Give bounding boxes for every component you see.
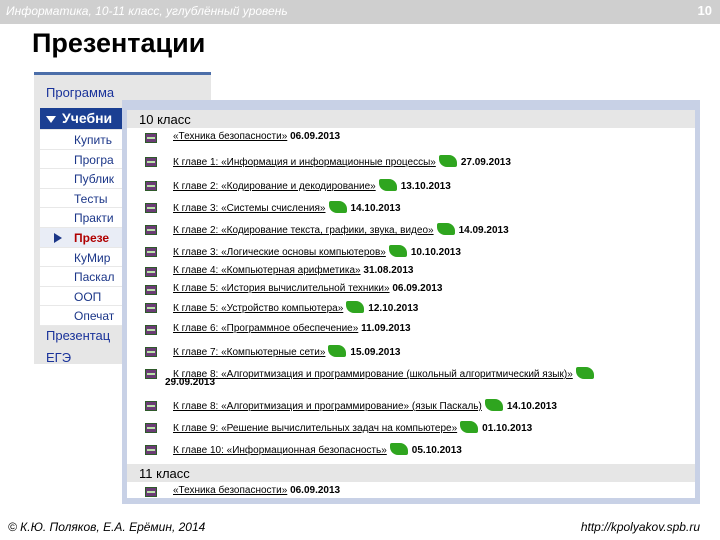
slide-header: Информатика, 10-11 класс, углублённый ур… [0,0,720,24]
presentation-link[interactable]: К главе 2: «Кодирование текста, графики,… [173,225,434,236]
green-flag-icon [378,179,397,191]
book-icon [145,325,157,335]
presentation-link[interactable]: К главе 9: «Решение вычислительных задач… [173,423,457,434]
presentation-date: 10.10.2013 [410,247,461,258]
presentation-link[interactable]: «Техника безопасности» [173,485,287,496]
book-icon [145,157,157,167]
presentation-link[interactable]: К главе 7: «Компьютерные сети» [173,347,325,358]
presentation-row: «Техника безопасности» 06.09.2013 [127,130,695,150]
sidebar-subitem-label: Паскал [74,270,115,285]
presentation-date: 13.10.2013 [400,181,451,192]
book-icon [145,203,157,213]
page-title: Презентации [32,28,206,58]
green-flag-icon [436,223,455,235]
presentation-row: К главе 8: «Алгоритмизация и программиро… [127,366,695,388]
presentation-row: К главе 3: «Системы счисления» 14.10.2013 [127,200,695,220]
green-flag-icon [389,443,408,455]
presentations-list: 10 класс «Техника безопасности» 06.09.201… [127,110,695,498]
footer-author: © К.Ю. Поляков, Е.А. Ерёмин, 2014 [8,520,206,534]
presentation-date: 06.09.2013 [290,485,341,496]
green-flag-icon [346,301,365,313]
sidebar-subitem-label: Презе [74,230,110,245]
green-flag-icon [328,201,347,213]
presentation-link[interactable]: К главе 6: «Программное обеспечение» [173,323,358,334]
presentation-date: 15.09.2013 [350,347,401,358]
presentation-date: 12.10.2013 [368,303,419,314]
book-icon [145,445,157,455]
presentation-link[interactable]: К главе 8: «Алгоритмизация и программиро… [173,369,573,380]
presentation-date: 27.09.2013 [460,157,511,168]
course-title: Информатика, 10-11 класс, углублённый ур… [6,4,288,18]
footer-url[interactable]: http://kpolyakov.spb.ru [581,520,700,534]
green-flag-icon [388,245,407,257]
presentation-row: К главе 10: «Информационная безопасность… [127,442,695,462]
book-icon [145,285,157,295]
presentation-row: К главе 5: «История вычислительной техни… [127,282,695,302]
book-icon [145,225,157,235]
presentation-row: К главе 3: «Логические основы компьютеро… [127,244,695,264]
sidebar-subitem-label: Програ [74,152,114,167]
green-flag-icon [328,345,347,357]
presentation-row: К главе 9: «Решение вычислительных задач… [127,420,695,440]
book-icon [145,181,157,191]
book-icon [145,247,157,257]
presentation-link[interactable]: К главе 8: «Алгоритмизация и программиро… [173,401,482,412]
presentation-row: К главе 1: «Информация и информационные … [127,154,695,174]
presentation-row: К главе 5: «Устройство компьютера» 12.10.… [127,300,695,320]
book-icon [145,487,157,497]
grade-header: 11 класс [127,464,695,482]
presentation-date: 01.10.2013 [482,423,533,434]
presentation-row: К главе 8: «Алгоритмизация и программиро… [127,398,695,418]
presentation-link[interactable]: К главе 5: «Устройство компьютера» [173,303,343,314]
presentation-link[interactable]: К главе 3: «Логические основы компьютеро… [173,247,386,258]
presentation-date: 06.09.2013 [290,131,341,142]
presentation-row: К главе 6: «Программное обеспечение» 11.… [127,322,695,342]
book-icon [145,401,157,411]
sidebar-subitem-label: КуМир [74,250,111,265]
grade-header: 10 класс [127,110,695,128]
book-icon [145,423,157,433]
sidebar-subitem-label: ООП [74,289,102,304]
presentation-row: «Техника безопасности» 06.09.2013 [127,484,695,498]
green-flag-icon [460,421,479,433]
green-flag-icon [575,367,594,379]
green-flag-icon [438,155,457,167]
presentation-row: К главе 4: «Компьютерная арифметика» 31.… [127,264,695,284]
sidebar-subitem-label: Практи [74,211,114,226]
presentation-date: 05.10.2013 [411,445,462,456]
presentation-link[interactable]: К главе 3: «Системы счисления» [173,203,326,214]
book-icon [145,133,157,143]
presentation-row: К главе 7: «Компьютерные сети» 15.09.2013 [127,344,695,364]
green-flag-icon [484,399,503,411]
sidebar-subitem-label: Публик [74,172,115,187]
presentations-panel: 10 класс «Техника безопасности» 06.09.201… [122,100,700,504]
book-icon [145,369,157,379]
book-icon [145,267,157,277]
presentation-link[interactable]: К главе 4: «Компьютерная арифметика» [173,265,361,276]
book-icon [145,303,157,313]
presentation-date: 29.09.2013 [165,377,216,388]
presentation-date: 14.10.2013 [350,203,401,214]
book-icon [145,347,157,357]
presentation-link[interactable]: «Техника безопасности» [173,131,287,142]
page-number: 10 [697,3,712,18]
presentation-row: К главе 2: «Кодирование текста, графики,… [127,222,695,242]
presentation-date: 11.09.2013 [361,323,411,334]
presentation-row: К главе 2: «Кодирование и декодирование»… [127,178,695,198]
presentation-link[interactable]: К главе 5: «История вычислительной техни… [173,283,390,294]
chevron-down-icon [46,115,56,123]
presentation-date: 14.10.2013 [506,401,557,412]
play-arrow-icon [54,232,62,243]
presentation-date: 06.09.2013 [392,283,443,294]
sidebar-section-label: Учебни [62,110,113,126]
presentation-date: 31.08.2013 [363,265,414,276]
sidebar-subitem-label: Опечат [74,309,115,324]
sidebar-subitem-label: Купить [74,133,112,147]
presentation-date: 14.09.2013 [458,225,509,236]
presentation-link[interactable]: К главе 1: «Информация и информационные … [173,157,436,168]
sidebar-subitem-label: Тесты [74,191,108,206]
presentation-link[interactable]: К главе 2: «Кодирование и декодирование» [173,181,376,192]
presentation-link[interactable]: К главе 10: «Информационная безопасность… [173,445,387,456]
